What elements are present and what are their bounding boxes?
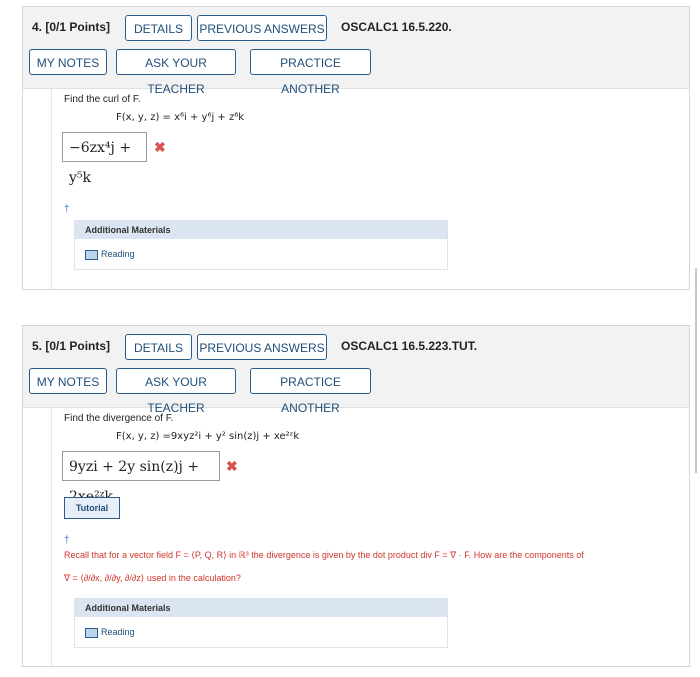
reading-link[interactable]: Reading <box>85 249 135 260</box>
x-mark-icon: ✖ <box>154 139 166 155</box>
additional-materials: Additional Materials Reading <box>74 598 448 648</box>
additional-materials-title: Additional Materials <box>75 599 447 617</box>
details-button[interactable]: DETAILS <box>125 15 192 41</box>
question-4-body: Find the curl of F. F(x, y, z) = x⁶i + y… <box>51 89 689 289</box>
vector-field-formula: F(x, y, z) = x⁶i + y⁶j + z⁶k <box>116 112 245 123</box>
answer-box[interactable]: 9yzi + 2y sin(z)j + 2xe²ᶻk <box>62 451 220 505</box>
reading-link[interactable]: Reading <box>85 627 135 638</box>
previous-answers-button[interactable]: PREVIOUS ANSWERS <box>197 334 327 360</box>
additional-materials: Additional Materials Reading <box>74 220 448 270</box>
question-5-body: Find the divergence of F. F(x, y, z) =9x… <box>51 408 689 666</box>
ask-teacher-button[interactable]: ASK YOUR TEACHER <box>116 49 236 96</box>
answer-box[interactable]: −6zx⁴j + y⁵k <box>62 132 147 186</box>
book-icon <box>85 249 98 260</box>
my-notes-button[interactable]: MY NOTES <box>29 49 107 75</box>
page-scrollbar[interactable] <box>695 268 697 473</box>
additional-materials-title: Additional Materials <box>75 221 447 239</box>
problem-reference: OSCALC1 16.5.220. <box>341 20 452 34</box>
prompt-text: Find the divergence of F. <box>64 413 174 424</box>
question-number: 5. [0/1 Points] <box>32 339 111 353</box>
question-number: 4. [0/1 Points] <box>32 20 111 34</box>
book-icon <box>85 627 98 638</box>
question-4-header: 4. [0/1 Points] DETAILS PREVIOUS ANSWERS… <box>23 7 689 96</box>
hint-text: Recall that for a vector field F = ⟨P, Q… <box>64 550 584 560</box>
hint-nabla: ∇ = ⟨∂/∂x, ∂/∂y, ∂/∂z⟩ used in the calcu… <box>64 573 241 583</box>
question-4: 4. [0/1 Points] DETAILS PREVIOUS ANSWERS… <box>22 6 690 290</box>
question-5: 5. [0/1 Points] DETAILS PREVIOUS ANSWERS… <box>22 325 690 667</box>
practice-another-button[interactable]: PRACTICE ANOTHER <box>250 368 371 415</box>
x-mark-icon: ✖ <box>226 458 238 474</box>
practice-another-button[interactable]: PRACTICE ANOTHER <box>250 49 371 96</box>
my-notes-button[interactable]: MY NOTES <box>29 368 107 394</box>
prompt-text: Find the curl of F. <box>64 94 141 105</box>
ask-teacher-button[interactable]: ASK YOUR TEACHER <box>116 368 236 415</box>
problem-reference: OSCALC1 16.5.223.TUT. <box>341 339 478 353</box>
question-5-header: 5. [0/1 Points] DETAILS PREVIOUS ANSWERS… <box>23 326 689 415</box>
vector-field-formula: F(x, y, z) =9xyz²i + y² sin(z)j + xe²ᶻk <box>116 431 300 442</box>
tutorial-button[interactable]: Tutorial <box>64 497 120 519</box>
dagger-marker: † <box>64 535 70 546</box>
dagger-marker: † <box>64 204 70 215</box>
tutorial-label: Tutorial <box>75 503 109 513</box>
details-button[interactable]: DETAILS <box>125 334 192 360</box>
previous-answers-button[interactable]: PREVIOUS ANSWERS <box>197 15 327 41</box>
